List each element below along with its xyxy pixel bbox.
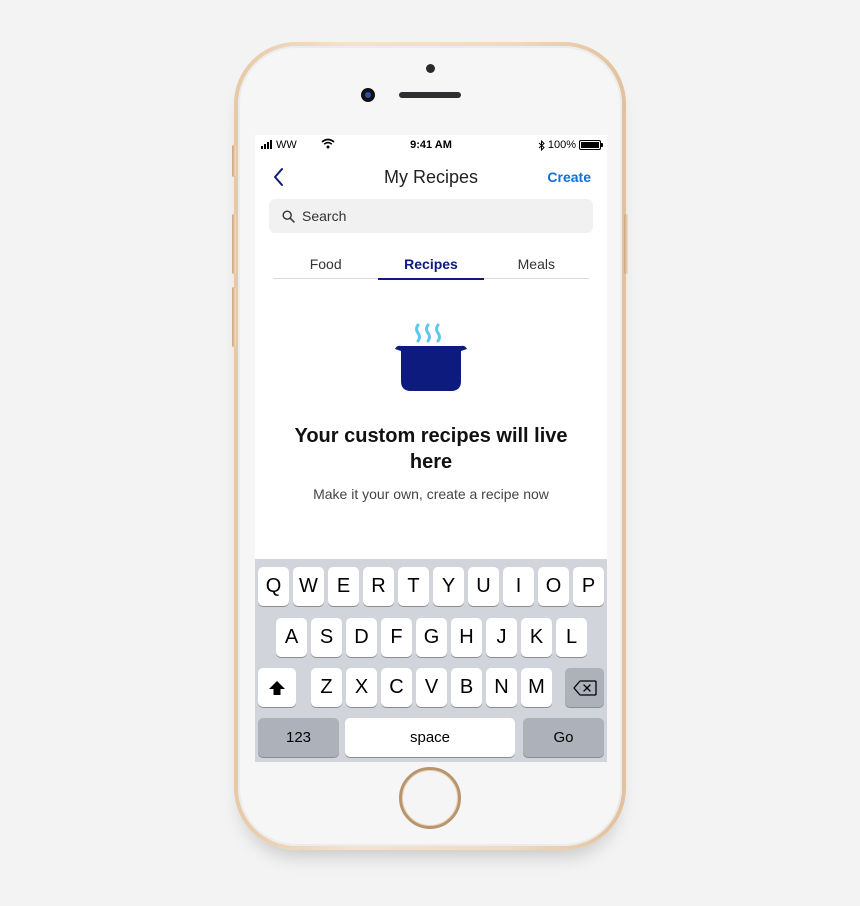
tab-food[interactable]: Food (273, 256, 378, 278)
tab-recipes[interactable]: Recipes (378, 256, 484, 280)
key-r[interactable]: R (363, 567, 394, 606)
key-w[interactable]: W (293, 567, 324, 606)
volume-down-button (232, 287, 236, 347)
tab-bar: Food Recipes Meals (273, 256, 589, 280)
battery-percent: 100% (547, 139, 576, 151)
empty-state: Your custom recipes will live here Make … (255, 323, 607, 502)
key-j[interactable]: J (486, 618, 517, 657)
key-q[interactable]: Q (258, 567, 289, 606)
status-bar: WW 9:41 AM 100% (255, 135, 607, 157)
volume-up-button (232, 214, 236, 274)
key-p[interactable]: P (573, 567, 604, 606)
key-s[interactable]: S (311, 618, 342, 657)
navigation-bar: My Recipes Create (255, 157, 607, 197)
shift-icon (269, 680, 285, 695)
front-camera (361, 88, 375, 102)
tab-meals[interactable]: Meals (484, 256, 589, 278)
key-z[interactable]: Z (311, 668, 342, 707)
shift-key[interactable] (258, 668, 296, 707)
key-m[interactable]: M (521, 668, 552, 707)
search-icon (282, 209, 295, 223)
go-key[interactable]: Go (523, 718, 604, 757)
bluetooth-icon (538, 139, 545, 151)
key-n[interactable]: N (486, 668, 517, 707)
numbers-key[interactable]: 123 (258, 718, 339, 757)
key-u[interactable]: U (468, 567, 499, 606)
proximity-sensor (426, 64, 435, 73)
key-f[interactable]: F (381, 618, 412, 657)
key-t[interactable]: T (398, 567, 429, 606)
space-key[interactable]: space (345, 718, 515, 757)
backspace-icon (572, 679, 597, 696)
app-screen: WW 9:41 AM 100% My Recipes Create F (255, 135, 607, 762)
battery-icon (579, 140, 603, 150)
delete-key[interactable] (565, 668, 604, 707)
power-button (624, 214, 628, 274)
keyboard: Q W E R T Y U I O P A S D F G H J K L Z … (255, 559, 607, 762)
key-v[interactable]: V (416, 668, 447, 707)
key-b[interactable]: B (451, 668, 482, 707)
search-input[interactable] (302, 208, 562, 224)
key-c[interactable]: C (381, 668, 412, 707)
key-x[interactable]: X (346, 668, 377, 707)
key-d[interactable]: D (346, 618, 377, 657)
mute-switch (232, 145, 236, 177)
empty-state-title: Your custom recipes will live here (294, 425, 568, 473)
key-i[interactable]: I (503, 567, 534, 606)
key-g[interactable]: G (416, 618, 447, 657)
key-l[interactable]: L (556, 618, 587, 657)
search-bar[interactable] (269, 199, 593, 233)
key-y[interactable]: Y (433, 567, 464, 606)
empty-state-subtitle: Make it your own, create a recipe now (313, 486, 549, 502)
key-k[interactable]: K (521, 618, 552, 657)
key-h[interactable]: H (451, 618, 482, 657)
home-button[interactable] (399, 767, 461, 829)
key-e[interactable]: E (328, 567, 359, 606)
key-a[interactable]: A (276, 618, 307, 657)
create-button[interactable]: Create (547, 169, 591, 185)
key-o[interactable]: O (538, 567, 569, 606)
earpiece-speaker (399, 92, 461, 98)
cooking-pot-icon (395, 323, 467, 391)
